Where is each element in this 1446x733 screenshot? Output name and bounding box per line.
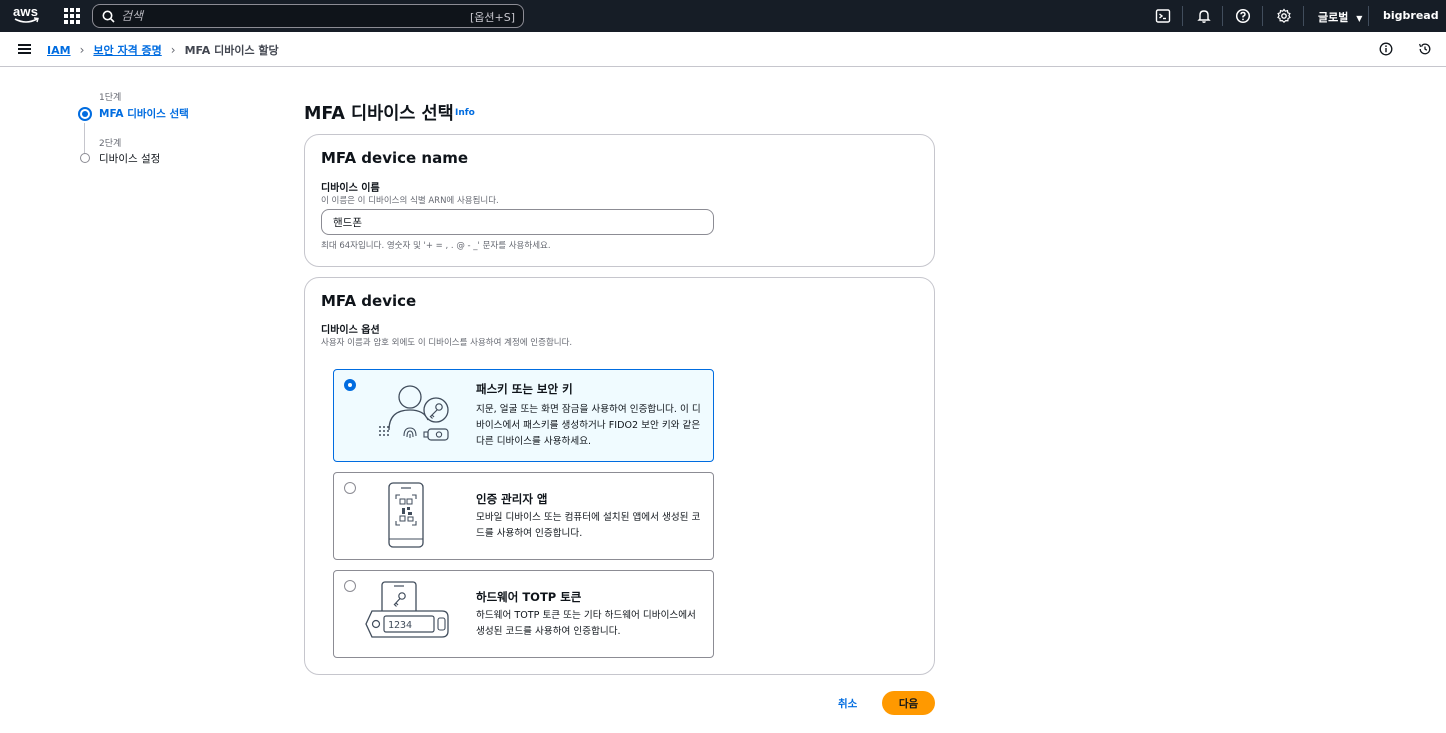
account-name: bigbread — [1383, 9, 1439, 22]
step-1-label[interactable]: MFA 디바이스 선택 — [99, 106, 189, 121]
passkey-radio[interactable] — [344, 379, 356, 391]
breadcrumb-bar: IAM › 보안 자격 증명 › MFA 디바이스 할당 — [0, 32, 1446, 67]
search-input[interactable] — [121, 7, 451, 25]
step-2-label: 디바이스 설정 — [99, 153, 161, 165]
passkey-description: 지문, 얼굴 또는 화면 잠금을 사용하여 인증합니다. 이 디바이스에서 패스… — [476, 404, 701, 447]
bell-icon[interactable] — [1196, 8, 1212, 24]
step-connector — [84, 123, 85, 155]
mfa-device-card-title: MFA device — [321, 292, 417, 310]
step-2-indicator — [80, 153, 90, 163]
authenticator-app-title: 인증 관리자 앱 — [476, 492, 548, 506]
cancel-button[interactable]: 취소 — [830, 692, 865, 715]
top-navigation: aws [옵션+S] 글로벌 ▼ — [0, 0, 1446, 32]
step-2-number: 2단계 — [99, 139, 122, 149]
hardware-token-illustration-icon: 1234 — [365, 581, 449, 638]
authenticator-app-illustration-icon — [388, 482, 424, 548]
chevron-right-icon: › — [170, 43, 176, 57]
menu-icon[interactable] — [18, 44, 31, 54]
nav-divider — [1303, 6, 1304, 26]
nav-divider — [1182, 6, 1183, 26]
hardware-totp-radio[interactable] — [344, 580, 356, 592]
help-icon[interactable] — [1235, 8, 1251, 24]
info-panel-icon[interactable] — [1379, 42, 1393, 56]
aws-smile-icon — [14, 17, 39, 23]
device-name-card: MFA device name 디바이스 이름 이 이름은 이 디바이스의 식별… — [304, 134, 935, 267]
breadcrumb-current: MFA 디바이스 할당 — [184, 44, 279, 57]
nav-divider — [1368, 6, 1369, 26]
nav-divider — [1222, 6, 1223, 26]
passkey-title: 패스키 또는 보안 키 — [476, 382, 573, 396]
device-options-label: 디바이스 옵션 — [321, 325, 380, 336]
breadcrumb-security-credentials[interactable]: 보안 자격 증명 — [93, 42, 161, 58]
authenticator-app-description: 모바일 디바이스 또는 컴퓨터에 설치된 앱에서 생성된 코드를 사용하여 인증… — [476, 512, 701, 539]
history-icon[interactable] — [1418, 42, 1432, 56]
token-display-text: 1234 — [388, 620, 412, 631]
device-name-constraint: 최대 64자입니다. 영숫자 및 '+ = , . @ - _' 문자를 사용하… — [321, 241, 551, 251]
cloudshell-icon[interactable] — [1155, 8, 1171, 24]
hardware-totp-title: 하드웨어 TOTP 토큰 — [476, 590, 582, 604]
gear-icon[interactable] — [1276, 8, 1292, 24]
device-name-description: 이 이름은 이 디바이스의 식별 ARN에 사용됩니다. — [321, 196, 499, 206]
services-grid-icon[interactable] — [64, 8, 80, 24]
step-1-number: 1단계 — [99, 93, 122, 103]
passkey-illustration-icon — [379, 385, 449, 441]
search-bar[interactable]: [옵션+S] — [92, 4, 524, 28]
option-authenticator-app[interactable]: 인증 관리자 앱 모바일 디바이스 또는 컴퓨터에 설치된 앱에서 생성된 코드… — [333, 472, 714, 560]
search-shortcut: [옵션+S] — [469, 11, 515, 24]
breadcrumb-iam[interactable]: IAM — [47, 44, 71, 57]
option-hardware-totp[interactable]: 1234 하드웨어 TOTP 토큰 하드웨어 TOTP 토큰 또는 기타 하드웨… — [333, 570, 714, 658]
authenticator-app-radio[interactable] — [344, 482, 356, 494]
option-passkey[interactable]: 패스키 또는 보안 키 지문, 얼굴 또는 화면 잠금을 사용하여 인증합니다.… — [333, 369, 714, 462]
search-icon — [102, 10, 115, 23]
device-name-label: 디바이스 이름 — [321, 183, 380, 194]
device-options-description: 사용자 이름과 암호 외에도 이 디바이스를 사용하여 계정에 인증합니다. — [321, 338, 573, 348]
page-title: MFA 디바이스 선택 — [304, 104, 454, 124]
device-name-input[interactable] — [321, 209, 714, 235]
nav-divider — [1262, 6, 1263, 26]
chevron-right-icon: › — [79, 43, 85, 57]
hardware-totp-description: 하드웨어 TOTP 토큰 또는 기타 하드웨어 디바이스에서 생성된 코드를 사… — [476, 610, 696, 637]
region-selector[interactable]: 글로벌 ▼ — [1318, 9, 1362, 25]
step-1-active-indicator — [78, 107, 92, 121]
next-button[interactable]: 다음 — [882, 691, 935, 715]
region-label: 글로벌 — [1318, 11, 1349, 24]
breadcrumb: IAM › 보안 자격 증명 › MFA 디바이스 할당 — [47, 42, 279, 58]
aws-logo[interactable]: aws — [13, 5, 41, 27]
account-menu[interactable]: bigbread — [1383, 9, 1439, 22]
mfa-device-card: MFA device 디바이스 옵션 사용자 이름과 암호 외에도 이 디바이스… — [304, 277, 935, 675]
device-name-card-title: MFA device name — [321, 149, 469, 167]
info-link[interactable]: Info — [455, 108, 475, 118]
chevron-down-icon: ▼ — [1356, 14, 1363, 23]
